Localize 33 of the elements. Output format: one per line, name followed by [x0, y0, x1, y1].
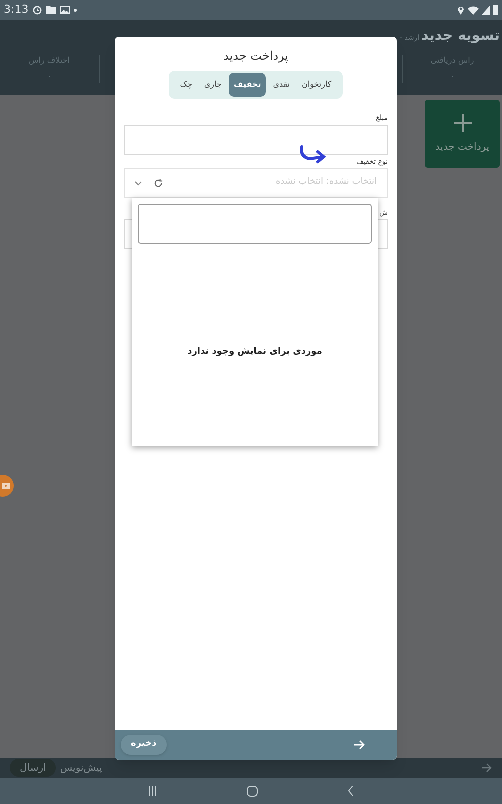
back-icon[interactable] [348, 786, 354, 796]
battery-icon [493, 5, 498, 15]
chevron-down-icon[interactable] [135, 180, 142, 186]
amount-field[interactable] [124, 124, 388, 154]
status-time: 3:13 [4, 2, 29, 18]
payment-type-tab[interactable]: کارتخوان [296, 73, 337, 97]
dialog-title: پرداخت جدید [224, 48, 289, 65]
save-button[interactable]: ذخیره [121, 735, 167, 755]
draft-link[interactable]: پیش‌نویس [60, 760, 102, 776]
payment-type-tab[interactable]: تخفیف [228, 73, 266, 97]
refresh-icon[interactable] [154, 178, 163, 188]
wifi-icon [468, 6, 479, 14]
arrow-right-icon[interactable] [482, 763, 492, 773]
payment-type-tab[interactable]: نقدی [268, 73, 295, 97]
recent-apps-icon[interactable] [148, 786, 156, 796]
location-icon [457, 5, 465, 15]
page-title: تسویه جدید [422, 27, 500, 46]
folder-icon [46, 6, 56, 14]
send-button[interactable]: ارسال [10, 759, 56, 777]
signal-icon [482, 6, 490, 14]
dot-icon [74, 8, 77, 12]
home-icon[interactable] [246, 786, 258, 796]
new-payment-card[interactable]: پرداخت جدید [425, 100, 500, 168]
clock-icon [32, 6, 42, 14]
dropdown-search-field[interactable] [138, 204, 372, 244]
plus-icon [454, 114, 472, 132]
curved-arrow-icon [298, 144, 328, 164]
payment-type-tab[interactable]: چک [175, 73, 198, 97]
tag-icon [2, 483, 10, 489]
payment-type-tab[interactable]: جاری [199, 73, 227, 97]
text-field[interactable] [124, 218, 388, 248]
empty-message: موردی برای نمایش وجود ندارد [188, 346, 322, 359]
image-icon [60, 6, 70, 14]
